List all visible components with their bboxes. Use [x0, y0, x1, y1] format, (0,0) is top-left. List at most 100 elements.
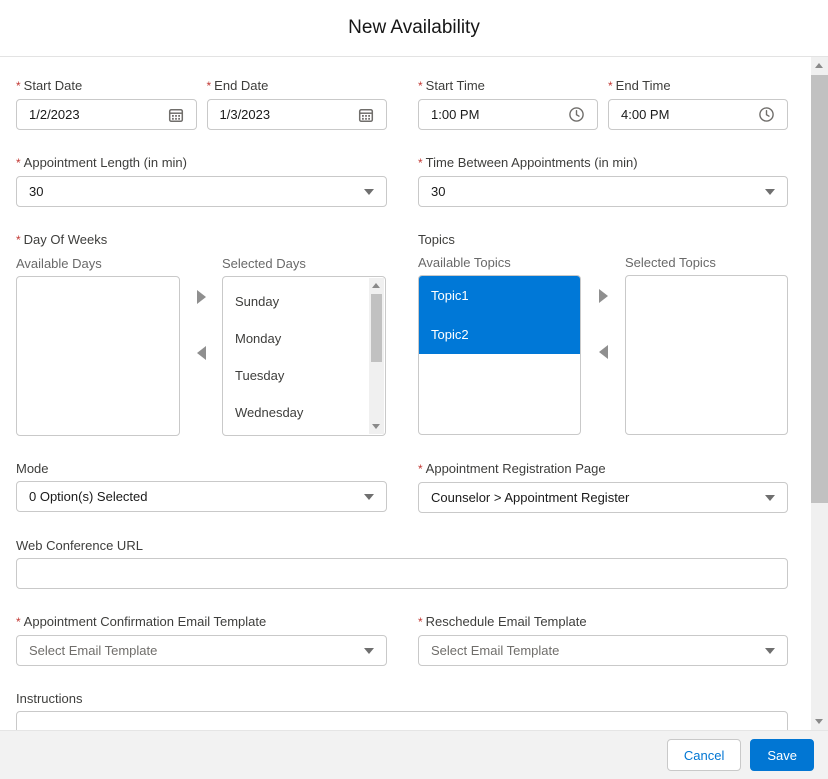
appointment-length-select[interactable]: 30	[16, 176, 387, 207]
field-registration-page: * Appointment Registration Page Counselor…	[418, 460, 788, 513]
available-topics-listbox[interactable]: Topic1 Topic2	[418, 275, 581, 435]
row-dates-times: * Start Date 1/2/2023 * End Date 1/3/202…	[16, 77, 788, 130]
save-button[interactable]: Save	[750, 739, 814, 771]
field-appointment-length: * Appointment Length (in min) 30	[16, 154, 387, 207]
topics-move-buttons	[581, 275, 625, 435]
available-days-label: Available Days	[16, 256, 102, 271]
chevron-down-icon	[364, 188, 374, 195]
down-arrow-icon[interactable]	[815, 719, 823, 724]
list-item-topic-selected[interactable]: Topic2	[419, 315, 580, 354]
end-time-input[interactable]: 4:00 PM	[608, 99, 788, 130]
field-web-conference-url: Web Conference URL	[16, 537, 788, 589]
time-between-label: * Time Between Appointments (in min)	[418, 155, 638, 170]
list-item-topic-selected[interactable]: Topic1	[419, 276, 580, 315]
required-asterisk: *	[16, 79, 21, 93]
appointment-length-value: 30	[29, 184, 44, 199]
time-between-value: 30	[431, 184, 446, 199]
mode-value: 0 Option(s) Selected	[29, 489, 148, 504]
move-left-arrow-icon[interactable]	[196, 346, 206, 360]
registration-page-label: * Appointment Registration Page	[418, 461, 606, 476]
selected-days-listbox[interactable]: Sunday Monday Tuesday Wednesday	[222, 276, 386, 436]
end-date-value: 1/3/2023	[219, 107, 271, 122]
modal-scrollbar[interactable]	[811, 57, 828, 730]
mode-select[interactable]: 0 Option(s) Selected	[16, 481, 387, 512]
modal-footer: Cancel Save	[0, 730, 828, 779]
form-content: * Start Date 1/2/2023 * End Date 1/3/202…	[16, 77, 788, 730]
appointment-length-label: * Appointment Length (in min)	[16, 155, 187, 170]
move-right-arrow-icon[interactable]	[598, 289, 608, 303]
time-between-select[interactable]: 30	[418, 176, 788, 207]
clock-icon[interactable]	[758, 106, 775, 123]
field-end-time: * End Time 4:00 PM	[608, 77, 788, 130]
clock-icon[interactable]	[568, 106, 585, 123]
list-item-day[interactable]: Sunday	[223, 283, 369, 320]
field-time-between: * Time Between Appointments (in min) 30	[418, 154, 788, 207]
move-left-arrow-icon[interactable]	[598, 345, 608, 359]
field-mode: Mode 0 Option(s) Selected	[16, 460, 387, 513]
available-topics-label: Available Topics	[418, 255, 511, 270]
start-date-value: 1/2/2023	[29, 107, 80, 122]
list-item-day[interactable]: Monday	[223, 320, 369, 357]
field-day-of-weeks: * Day Of Weeks Available Days Selected Da…	[16, 231, 387, 436]
row-lengths: * Appointment Length (in min) 30 * Time Be…	[16, 154, 788, 207]
mode-label: Mode	[16, 461, 49, 476]
end-time-value: 4:00 PM	[621, 107, 670, 122]
required-asterisk: *	[16, 615, 21, 629]
move-right-arrow-icon[interactable]	[196, 290, 206, 304]
confirmation-template-label: * Appointment Confirmation Email Template	[16, 614, 267, 629]
up-arrow-icon[interactable]	[372, 283, 380, 288]
selected-topics-label: Selected Topics	[625, 255, 716, 270]
required-asterisk: *	[16, 233, 21, 247]
reschedule-template-placeholder: Select Email Template	[431, 643, 560, 658]
start-time-label: * Start Time	[418, 78, 485, 93]
modal-body: * Start Date 1/2/2023 * End Date 1/3/202…	[0, 57, 828, 730]
required-asterisk: *	[418, 462, 423, 476]
reschedule-template-select[interactable]: Select Email Template	[418, 635, 788, 666]
cancel-button[interactable]: Cancel	[666, 739, 742, 771]
list-item-day[interactable]: Wednesday	[223, 394, 369, 431]
up-arrow-icon[interactable]	[815, 63, 823, 68]
scrollbar-thumb[interactable]	[371, 294, 382, 362]
field-confirmation-template: * Appointment Confirmation Email Template…	[16, 613, 387, 666]
confirmation-template-placeholder: Select Email Template	[29, 643, 158, 658]
field-start-time: * Start Time 1:00 PM	[418, 77, 598, 130]
calendar-icon[interactable]	[358, 107, 374, 123]
row-dual-lists: * Day Of Weeks Available Days Selected Da…	[16, 231, 788, 436]
registration-page-select[interactable]: Counselor > Appointment Register	[418, 482, 788, 513]
chevron-down-icon	[364, 493, 374, 500]
page-title: New Availability	[348, 17, 480, 38]
web-conference-url-input[interactable]	[16, 558, 788, 589]
down-arrow-icon[interactable]	[372, 424, 380, 429]
modal-header: New Availability	[0, 0, 828, 57]
instructions-input[interactable]	[16, 711, 788, 730]
list-item-day[interactable]: Tuesday	[223, 357, 369, 394]
day-of-weeks-move-buttons	[180, 276, 222, 436]
field-instructions: Instructions	[16, 690, 788, 730]
start-date-input[interactable]: 1/2/2023	[16, 99, 197, 130]
start-time-value: 1:00 PM	[431, 107, 480, 122]
reschedule-template-label: * Reschedule Email Template	[418, 614, 587, 629]
selected-topics-listbox[interactable]	[625, 275, 788, 435]
end-date-input[interactable]: 1/3/2023	[206, 99, 387, 130]
confirmation-template-select[interactable]: Select Email Template	[16, 635, 387, 666]
topics-label: Topics	[418, 232, 455, 247]
required-asterisk: *	[418, 615, 423, 629]
chevron-down-icon	[765, 647, 775, 654]
row-email-templates: * Appointment Confirmation Email Template…	[16, 613, 788, 666]
available-days-listbox[interactable]	[16, 276, 180, 436]
field-reschedule-template: * Reschedule Email Template Select Email …	[418, 613, 788, 666]
calendar-icon[interactable]	[168, 107, 184, 123]
row-mode-registration: Mode 0 Option(s) Selected * Appointment R…	[16, 460, 788, 513]
end-time-label: * End Time	[608, 78, 671, 93]
selected-days-label: Selected Days	[222, 256, 306, 271]
day-of-weeks-label: * Day Of Weeks	[16, 232, 108, 247]
selected-days-scrollbar[interactable]	[369, 278, 384, 434]
field-topics: Topics Available Topics Selected Topics …	[418, 231, 788, 436]
chevron-down-icon	[765, 494, 775, 501]
scrollbar-thumb[interactable]	[811, 75, 828, 503]
start-time-input[interactable]: 1:00 PM	[418, 99, 598, 130]
web-conference-url-label: Web Conference URL	[16, 538, 143, 553]
required-asterisk: *	[16, 156, 21, 170]
required-asterisk: *	[608, 79, 613, 93]
required-asterisk: *	[418, 79, 423, 93]
